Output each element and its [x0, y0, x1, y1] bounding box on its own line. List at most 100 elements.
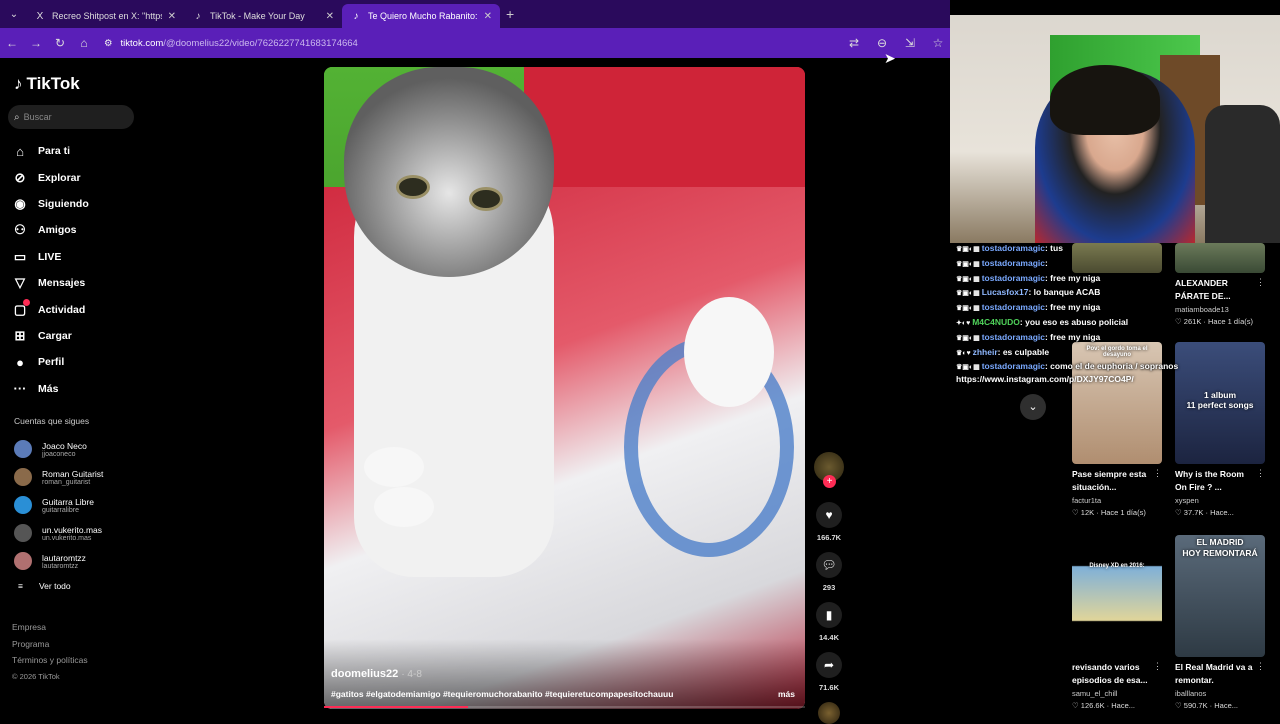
reload-icon[interactable]: ↻ — [48, 31, 72, 55]
search-input[interactable] — [23, 112, 124, 122]
video-thumbnail[interactable]: Disney XD en 2016: — [1072, 535, 1162, 657]
activity-icon: ▢ — [12, 298, 30, 318]
nav-perfil[interactable]: ● Perfil — [12, 349, 89, 375]
account-name: lautaromtzz — [42, 552, 86, 563]
chevron-down-icon[interactable]: ⌄ — [1020, 394, 1046, 420]
url-field[interactable]: ⚙ tiktok.com/@doomelius22/video/76262277… — [104, 38, 358, 49]
recommendation-card[interactable]: ALEXANDER PÁRATE DE... ⋮ matiamboade13 ♡ … — [1175, 243, 1267, 326]
webcam-overlay — [950, 15, 1280, 243]
home-icon[interactable]: ⌂ — [72, 31, 96, 55]
share-count: 71.6K — [818, 683, 839, 692]
account-item[interactable]: Joaco Neco jjoaconeco — [14, 435, 103, 463]
avatar — [14, 524, 32, 542]
tiktok-logo[interactable]: ♪ TikTok — [14, 74, 80, 94]
notification-dot — [23, 298, 30, 306]
footer-link-terminos[interactable]: Términos y políticas — [12, 652, 88, 669]
nav-mensajes[interactable]: ▽ Mensajes — [12, 270, 89, 296]
new-tab-button[interactable]: + — [506, 6, 514, 22]
nav-label: LIVE — [38, 250, 62, 263]
share-action[interactable]: ➦ 71.6K — [812, 652, 846, 692]
see-all-link[interactable]: ≡ Ver todo — [18, 581, 71, 591]
card-author: samu_el_chill — [1072, 689, 1118, 698]
card-author: xyspen — [1175, 496, 1199, 505]
video-progress-bar[interactable] — [324, 706, 805, 708]
more-options-icon[interactable]: ⋮ — [1153, 661, 1162, 672]
recommendation-card[interactable]: Disney XD en 2016: revisando varios episo… — [1072, 535, 1164, 710]
video-thumbnail[interactable]: 1 album 11 perfect songs — [1175, 342, 1265, 464]
close-tab-icon[interactable]: ✕ — [168, 11, 176, 22]
browser-tab-1[interactable]: X Recreo Shitpost en X: "https://t ✕ — [26, 4, 184, 28]
nav-cargar[interactable]: ⊞ Cargar — [12, 323, 89, 349]
search-box[interactable]: ⌕ — [8, 105, 134, 129]
comment-icon[interactable]: 💬︎ — [816, 552, 842, 578]
account-item[interactable]: un.vukerito.mas un.vukerito.mas — [14, 519, 103, 547]
follow-plus-icon[interactable]: + — [823, 475, 836, 488]
tiktok-icon: ♪ — [195, 10, 201, 22]
like-action[interactable]: ♥ 166.7K — [812, 502, 846, 542]
tiktok-note-icon: ♪ — [14, 74, 23, 93]
nav-live[interactable]: ▭ LIVE — [12, 244, 89, 270]
nav-label: Para ti — [38, 145, 71, 158]
account-item[interactable]: Roman Guitarist roman_guitarist — [14, 463, 103, 491]
compass-icon: ⊘ — [14, 169, 26, 185]
chat-message: ♛▣◐▦ Lucasfox17: lo banque ACAB — [956, 287, 1101, 298]
recommendation-card[interactable]: EL MADRID HOY REMONTARÁ El Real Madrid v… — [1175, 535, 1267, 710]
site-info-icon[interactable]: ⚙ — [104, 38, 113, 49]
card-stats: ♡ 37.7K · Hace... — [1175, 508, 1234, 517]
bookmark-star-icon[interactable]: ☆ — [926, 31, 950, 55]
more-options-icon[interactable]: ⋮ — [1256, 468, 1265, 479]
video-player[interactable] — [324, 67, 805, 709]
chat-message: ✦◐♥ M4C4NUDO: you eso es abuso policial — [956, 316, 1129, 327]
nav-para-ti[interactable]: ⌂ Para ti — [12, 138, 89, 164]
video-progress-fill — [324, 706, 469, 708]
tiktok-icon: ♪ — [353, 10, 359, 22]
more-options-icon[interactable]: ⋮ — [1256, 661, 1265, 672]
mouse-cursor-icon: ➤ — [884, 50, 896, 66]
close-tab-icon[interactable]: ✕ — [326, 11, 334, 22]
nav-label: Siguiendo — [38, 197, 89, 210]
recommendation-card[interactable]: 1 album 11 perfect songs Why is the Room… — [1175, 342, 1267, 517]
close-tab-icon[interactable]: ✕ — [484, 11, 492, 22]
card-stats: ♡ 590.7K · Hace... — [1175, 701, 1239, 710]
translate-icon[interactable]: ⇄ — [842, 31, 866, 55]
list-icon: ≡ — [18, 581, 23, 591]
chat-message: ♛▣◐▦ tostadoramagic: free my niga — [956, 302, 1101, 313]
bookmark-icon[interactable]: ▮ — [816, 602, 842, 628]
card-stats: ♡ 12K · Hace 1 día(s) — [1072, 508, 1146, 517]
save-action[interactable]: ▮ 14.4K — [812, 602, 846, 642]
forward-icon[interactable]: → — [24, 31, 48, 55]
video-thumbnail[interactable]: EL MADRID HOY REMONTARÁ — [1175, 535, 1265, 657]
video-thumbnail[interactable] — [1175, 243, 1265, 273]
back-icon[interactable]: ← — [0, 31, 24, 55]
heart-icon[interactable]: ♥ — [816, 502, 842, 528]
webcam-chair — [1205, 105, 1280, 243]
tab-search-icon[interactable]: ⌄ — [2, 4, 26, 24]
account-item[interactable]: lautaromtzz lautaromtzz — [14, 547, 103, 575]
comment-count: 293 — [822, 583, 836, 592]
following-avatar-icon: ◉ — [14, 195, 26, 211]
nav-siguiendo[interactable]: ◉ Siguiendo — [12, 191, 89, 217]
footer-link-empresa[interactable]: Empresa — [12, 619, 88, 636]
footer-link-programa[interactable]: Programa — [12, 636, 88, 653]
install-app-icon[interactable]: ⇲ — [898, 31, 922, 55]
browser-tab-3[interactable]: ♪ Te Quiero Mucho Rabanito: Un ✕ — [342, 4, 500, 28]
share-icon[interactable]: ➦ — [816, 652, 842, 678]
account-name: un.vukerito.mas — [42, 524, 102, 535]
video-author[interactable]: doomelius22 · 4-8 — [331, 668, 422, 680]
browser-tab-2[interactable]: ♪ TikTok - Make Your Day ✕ — [184, 4, 342, 28]
more-options-icon[interactable]: ⋮ — [1153, 468, 1162, 479]
chat-badges-icon: ♛▣◐▦ — [956, 305, 982, 313]
account-item[interactable]: Guitarra Libre guitarralibre — [14, 491, 103, 519]
creator-avatar[interactable]: + — [814, 452, 844, 488]
nav-amigos[interactable]: ⚇ Amigos — [12, 217, 89, 243]
comment-action[interactable]: 💬︎ 293 — [812, 552, 846, 592]
more-caption-button[interactable]: más — [778, 689, 795, 699]
music-disc-icon[interactable] — [818, 702, 840, 724]
nav-explorar[interactable]: ⊘ Explorar — [12, 164, 89, 190]
account-name: Guitarra Libre — [42, 496, 94, 507]
chat-message: ♛▣◐▦ tostadoramagic: como el de euphoria… — [956, 361, 1179, 372]
nav-actividad[interactable]: ▢ Actividad — [12, 296, 89, 322]
more-options-icon[interactable]: ⋮ — [1256, 277, 1265, 288]
video-hashtags[interactable]: #gatitos #elgatodemiamigo #tequieromucho… — [331, 689, 751, 699]
nav-mas[interactable]: ··· Más — [12, 376, 89, 402]
